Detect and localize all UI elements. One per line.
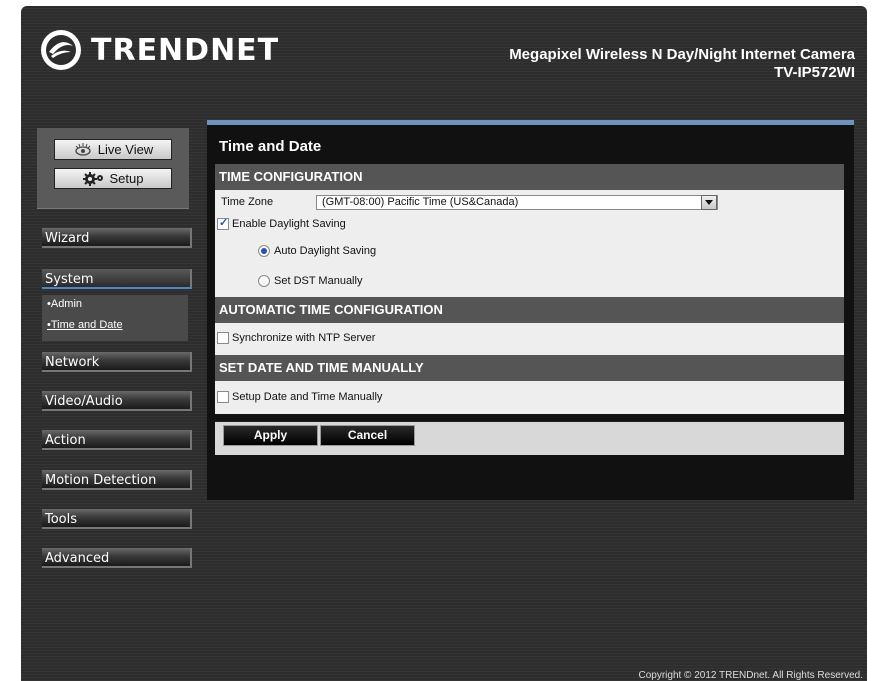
gear-icon [82,171,103,186]
live-view-button[interactable]: Live View [54,139,172,160]
cancel-button[interactable]: Cancel [320,425,415,446]
enable-dst-label: Enable Daylight Saving [232,218,346,230]
setup-button[interactable]: Setup [54,168,172,189]
setup-label: Setup [109,171,144,186]
product-name: Megapixel Wireless N Day/Night Internet … [509,46,855,63]
spacer [215,414,844,421]
nav-wizard[interactable]: Wizard [42,228,192,248]
auto-dst-radio[interactable] [258,245,270,257]
brand-name: TRENDNET [91,32,280,68]
ntp-sync-label: Synchronize with NTP Server [232,332,376,344]
time-zone-select[interactable]: (GMT-08:00) Pacific Time (US&Canada) [316,195,718,210]
eye-icon [75,142,91,156]
time-zone-label: Time Zone [221,196,274,208]
nav-system[interactable]: System [42,269,192,289]
time-config-header: TIME CONFIGURATION [215,164,844,190]
nav-video-audio[interactable]: Video/Audio [42,391,192,411]
app-frame: TRENDNET Megapixel Wireless N Day/Night … [21,6,867,681]
manual-time-section: Setup Date and Time Manually [215,381,844,414]
nav-motion-detection[interactable]: Motion Detection [42,470,192,490]
time-zone-value: (GMT-08:00) Pacific Time (US&Canada) [322,196,519,208]
view-mode-box: Live View Setup [37,128,189,209]
time-config-section: Time Zone (GMT-08:00) Pacific Time (US&C… [215,190,844,297]
product-model: TV-IP572WI [774,64,855,81]
settings-form: TIME CONFIGURATION Time Zone (GMT-08:00)… [215,164,844,455]
live-view-label: Live View [97,142,154,157]
manual-dst-radio[interactable] [258,275,270,287]
manual-time-header: SET DATE AND TIME MANUALLY [215,355,844,381]
nav-tools[interactable]: Tools [42,509,192,529]
action-bar: Apply Cancel [215,421,844,455]
system-submenu: •Admin •Time and Date [42,295,188,341]
submenu-admin[interactable]: •Admin [47,298,82,310]
page-title: Time and Date [219,138,322,155]
apply-button[interactable]: Apply [223,425,318,446]
enable-dst-checkbox[interactable] [217,216,229,230]
manual-time-checkbox[interactable] [217,391,229,403]
submenu-time-and-date[interactable]: •Time and Date [47,319,123,331]
auto-time-header: AUTOMATIC TIME CONFIGURATION [215,297,844,323]
nav-network[interactable]: Network [42,352,192,372]
trendnet-logo-icon [41,30,81,70]
copyright: Copyright © 2012 TRENDnet. All Rights Re… [638,670,863,681]
manual-time-label: Setup Date and Time Manually [232,391,383,403]
nav-action[interactable]: Action [42,430,192,450]
auto-time-section: Synchronize with NTP Server [215,323,844,355]
chevron-down-icon[interactable] [701,195,717,210]
ntp-sync-checkbox[interactable] [217,332,229,344]
nav-advanced[interactable]: Advanced [42,548,192,568]
manual-dst-label: Set DST Manually [274,275,363,287]
auto-dst-label: Auto Daylight Saving [274,245,377,257]
trendnet-logo: TRENDNET [39,28,279,72]
main-panel: Time and Date TIME CONFIGURATION Time Zo… [207,120,854,500]
